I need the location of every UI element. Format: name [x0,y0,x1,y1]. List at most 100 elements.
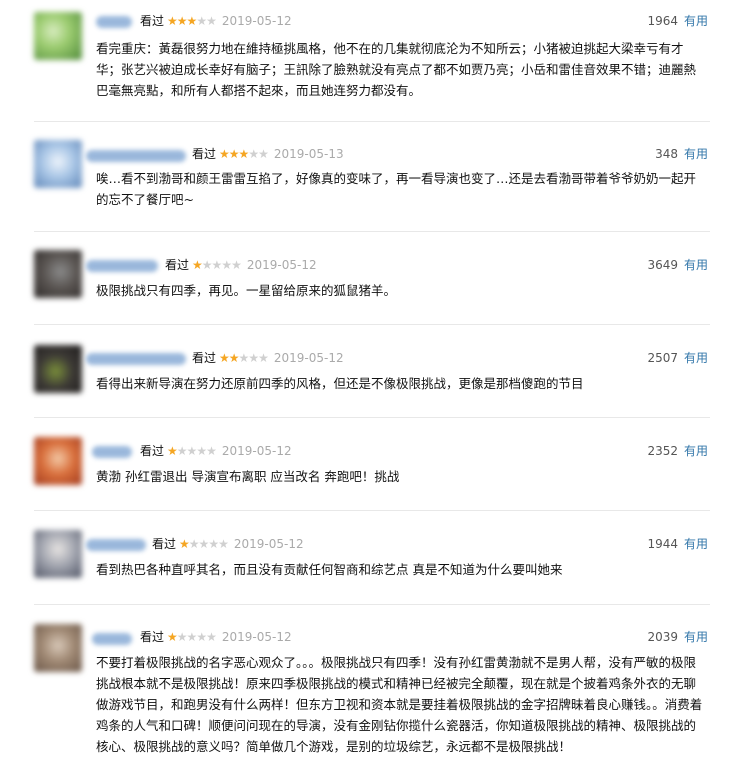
watch-status: 看过 [192,147,217,161]
username[interactable] [92,633,132,645]
star-filled-icon: ★ [238,147,250,161]
rating-stars: ★★★★★ [167,442,217,460]
rating-stars: ★★★★★ [167,628,217,646]
vote-count: 3649 [647,258,678,272]
divider [34,417,710,418]
star-empty-icon: ★ [196,14,207,28]
star-empty-icon: ★ [238,351,250,365]
useful-link[interactable]: 有用 [684,14,708,28]
vote-area: 1944 有用 [647,535,708,553]
vote-count: 1964 [647,14,678,28]
rating-stars: ★★★★★ [192,256,242,274]
divider [34,231,710,232]
star-filled-icon: ★ [228,147,240,161]
comment-date: 2019-05-12 [221,444,292,458]
watch-status: 看过 [152,537,177,551]
avatar[interactable] [34,140,82,188]
star-filled-icon: ★ [179,537,190,551]
comment-text: 黄渤 孙红雷退出 导演宣布离职 应当改名 奔跑吧！挑战 [96,469,400,484]
username[interactable] [86,150,186,162]
rating-stars: ★★★★★ [219,145,269,163]
comment-date: 2019-05-12 [221,630,292,644]
comment-date: 2019-05-12 [233,537,304,551]
comment-meta: 看过 ★★★★★ 2019-05-12 [140,628,292,646]
useful-link[interactable]: 有用 [684,630,708,644]
star-filled-icon: ★ [186,14,198,28]
comment-meta: 看过 ★★★★★ 2019-05-12 [152,535,304,553]
useful-link[interactable]: 有用 [684,147,708,161]
comment-date: 2019-05-12 [273,351,344,365]
watch-status: 看过 [140,14,165,28]
username[interactable] [86,353,186,365]
star-empty-icon: ★ [206,444,217,458]
avatar[interactable] [34,12,82,60]
star-empty-icon: ★ [248,351,259,365]
star-filled-icon: ★ [167,444,178,458]
star-empty-icon: ★ [188,537,200,551]
watch-status: 看过 [140,630,165,644]
username[interactable] [86,539,146,551]
star-empty-icon: ★ [206,630,217,644]
rating-stars: ★★★★★ [179,535,229,553]
star-filled-icon: ★ [219,351,230,365]
username[interactable] [92,446,132,458]
star-filled-icon: ★ [167,14,178,28]
divider [34,604,710,605]
star-empty-icon: ★ [258,147,269,161]
star-empty-icon: ★ [186,630,198,644]
star-filled-icon: ★ [167,630,178,644]
star-empty-icon: ★ [258,351,269,365]
comment-text: 不要打着极限挑战的名字恶心观众了。。。极限挑战只有四季！没有孙红雷黄渤就不是男人… [96,655,703,754]
star-empty-icon: ★ [176,630,188,644]
avatar[interactable] [34,250,82,298]
star-empty-icon: ★ [186,444,198,458]
watch-status: 看过 [165,258,190,272]
vote-area: 348 有用 [655,145,708,163]
avatar[interactable] [34,345,82,393]
star-empty-icon: ★ [198,537,210,551]
avatar[interactable] [34,437,82,485]
star-empty-icon: ★ [206,14,217,28]
avatar[interactable] [34,530,82,578]
star-filled-icon: ★ [176,14,188,28]
star-empty-icon: ★ [248,147,259,161]
star-empty-icon: ★ [231,258,242,272]
comment-meta: 看过 ★★★★★ 2019-05-12 [165,256,317,274]
avatar[interactable] [34,624,82,672]
vote-area: 2039 有用 [647,628,708,646]
vote-area: 2507 有用 [647,349,708,367]
username[interactable] [96,16,132,28]
watch-status: 看过 [140,444,165,458]
vote-count: 348 [655,147,678,161]
comment-date: 2019-05-13 [273,147,344,161]
vote-area: 3649 有用 [647,256,708,274]
comment-date: 2019-05-12 [246,258,317,272]
comment-date: 2019-05-12 [221,14,292,28]
divider [34,510,710,511]
comment-text: 看得出来新导演在努力还原前四季的风格，但还是不像极限挑战，更像是那档傻跑的节目 [96,376,584,391]
comment-meta: 看过 ★★★★★ 2019-05-12 [140,12,292,30]
rating-stars: ★★★★★ [219,349,269,367]
star-empty-icon: ★ [201,258,213,272]
divider [34,121,710,122]
vote-count: 2507 [647,351,678,365]
useful-link[interactable]: 有用 [684,537,708,551]
star-empty-icon: ★ [176,444,188,458]
divider [34,324,710,325]
rating-stars: ★★★★★ [167,12,217,30]
useful-link[interactable]: 有用 [684,351,708,365]
comment-meta: 看过 ★★★★★ 2019-05-13 [192,145,344,163]
useful-link[interactable]: 有用 [684,258,708,272]
comment-meta: 看过 ★★★★★ 2019-05-12 [140,442,292,460]
star-empty-icon: ★ [221,258,232,272]
comment-text: 看完重庆：黃磊很努力地在維持極挑風格，他不在的几集就彻底沦为不知所云；小猪被迫挑… [96,41,697,98]
comment-meta: 看过 ★★★★★ 2019-05-12 [192,349,344,367]
watch-status: 看过 [192,351,217,365]
comment-text: 唉…看不到渤哥和颜王雷雷互掐了，好像真的变味了，再一看导演也变了…还是去看渤哥带… [96,171,697,207]
vote-area: 1964 有用 [647,12,708,30]
star-empty-icon: ★ [196,630,207,644]
username[interactable] [86,260,158,272]
vote-area: 2352 有用 [647,442,708,460]
useful-link[interactable]: 有用 [684,444,708,458]
star-empty-icon: ★ [208,537,219,551]
